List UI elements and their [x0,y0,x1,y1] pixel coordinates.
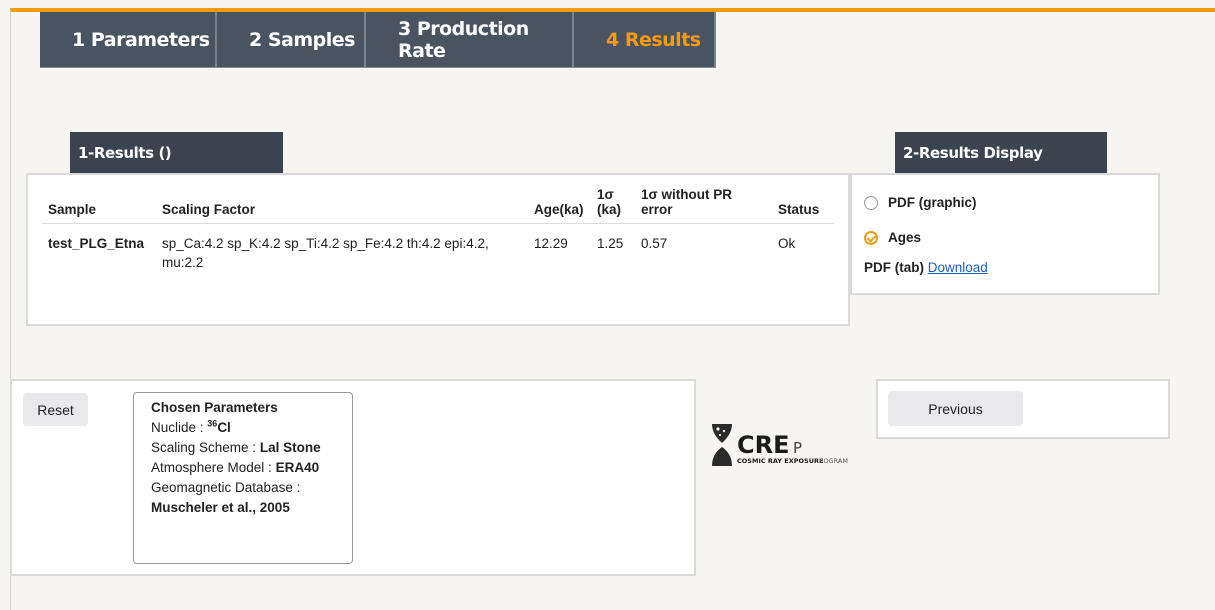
geomagnetic-value: Muscheler et al., 2005 [151,500,290,515]
nuclide-symbol: Cl [217,420,231,435]
radio-pdf-graphic[interactable] [864,195,878,210]
pdf-tab-row: PDF (tab) Download [864,260,988,275]
cell-age: 12.29 [534,236,568,251]
option-ages-label: Ages [888,230,922,245]
scaling-label: Scaling Scheme : [151,440,257,455]
pdf-tab-label: PDF (tab) [864,260,924,275]
col-status: Status [772,183,834,224]
option-ages[interactable]: Ages [864,230,921,245]
tab-results[interactable]: 4 Results [574,12,716,68]
cell-sigma-without-pr: 0.57 [641,236,668,251]
crep-logo: CRE P COSMIC RAY EXPOSURE ROGRAM [710,422,850,468]
chosen-parameters-heading: Chosen Parameters [151,400,278,415]
scaling-line: Scaling Scheme : Lal Stone [151,438,342,458]
results-table: Sample Scaling Factor Age(ka) 1σ (ka) 1σ … [42,183,834,276]
hourglass-icon: CRE P COSMIC RAY EXPOSURE ROGRAM [712,424,848,466]
nuclide-line: Nuclide : 36Cl [151,418,342,438]
cell-sigma: 1.25 [597,236,624,251]
logo-sub-text: COSMIC RAY EXPOSURE [737,457,823,465]
cell-scaling-factor: sp_Ca:4.2 sp_K:4.2 sp_Ti:4.2 sp_Fe:4.2 t… [162,236,489,270]
logo-program-text: ROGRAM [819,457,848,465]
col-without-line1: 1σ without PR [641,187,732,202]
download-link[interactable]: Download [928,260,988,275]
atmosphere-value: ERA40 [275,460,320,475]
actions-panel [10,379,696,576]
col-sigma-line2: (ka) [597,202,622,217]
results-panel-title: 1-Results () [70,132,283,174]
option-pdf-graphic-label: PDF (graphic) [888,195,977,210]
scaling-value: Lal Stone [259,440,321,455]
logo-p-text: P [793,439,802,457]
table-row: test_PLG_Etna sp_Ca:4.2 sp_K:4.2 sp_Ti:4… [42,224,834,277]
nuclide-mass: 36 [207,418,218,429]
col-sigma-line1: 1σ [597,187,614,202]
atmosphere-line: Atmosphere Model : ERA40 [151,458,342,478]
col-without-line2: error [641,202,673,217]
tab-production-rate[interactable]: 3 Production Rate [366,12,574,68]
results-panel: Sample Scaling Factor Age(ka) 1σ (ka) 1σ … [26,173,850,326]
wizard-tabs: 1 Parameters 2 Samples 3 Production Rate… [40,12,716,68]
results-display-panel: PDF (graphic) Ages PDF (tab) Download [850,173,1160,295]
tab-samples[interactable]: 2 Samples [217,12,366,68]
chosen-parameters-box: Chosen Parameters Nuclide : 36Cl Scaling… [133,392,353,564]
reset-button[interactable]: Reset [23,393,88,426]
cell-status: Ok [778,236,796,251]
cell-sample: test_PLG_Etna [48,236,145,251]
geomagnetic-line: Geomagnetic Database : Muscheler et al.,… [151,478,342,518]
option-pdf-graphic[interactable]: PDF (graphic) [864,195,977,210]
atmosphere-label: Atmosphere Model : [151,460,272,475]
col-sigma: 1σ (ka) [591,183,635,224]
col-age: Age(ka) [528,183,591,224]
geomagnetic-label: Geomagnetic Database : [151,480,301,495]
tab-parameters[interactable]: 1 Parameters [40,12,217,68]
display-panel-title: 2-Results Display [895,132,1107,174]
previous-button[interactable]: Previous [888,391,1023,426]
nuclide-label: Nuclide : [151,420,204,435]
logo-cre-text: CRE [737,431,790,459]
col-scaling-factor: Scaling Factor [156,183,528,224]
radio-ages-checked[interactable] [864,230,878,245]
col-sigma-without-pr: 1σ without PR error [635,183,772,224]
col-sample: Sample [42,183,156,224]
